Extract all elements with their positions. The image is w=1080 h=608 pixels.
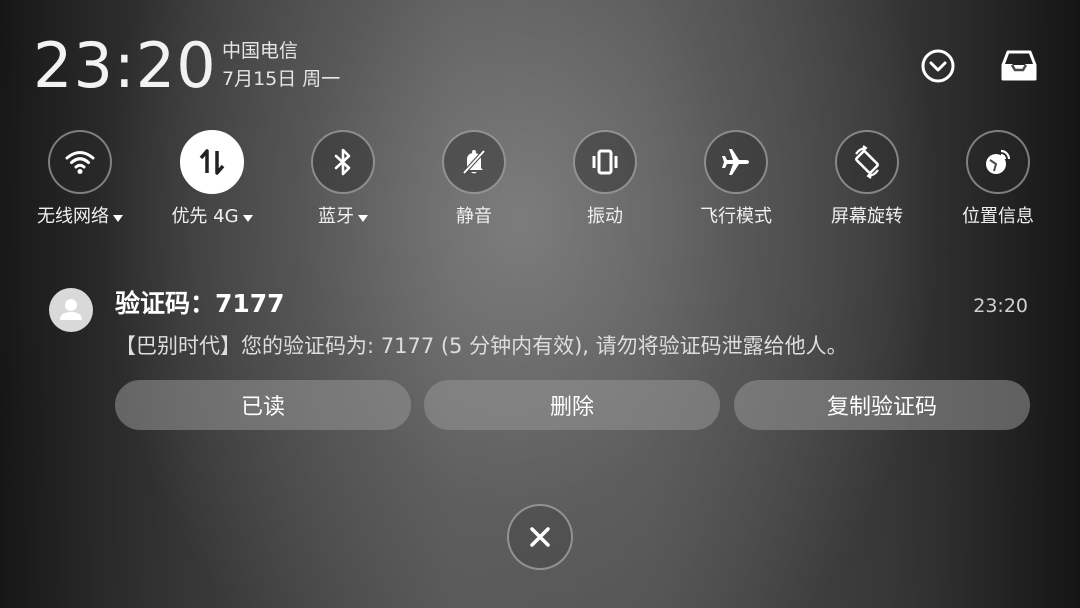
notification-inbox-button[interactable] — [999, 46, 1039, 86]
toggle-wifi-circle[interactable] — [48, 130, 112, 194]
location-icon — [986, 149, 1011, 174]
notification-title[interactable]: 验证码：7177 — [115, 286, 285, 322]
toggle-wifi-label: 无线网络 — [37, 206, 109, 227]
toggle-wifi[interactable]: 无线网络 — [20, 130, 140, 230]
toggle-bluetooth-label: 蓝牙 — [318, 206, 354, 227]
vibrate-icon — [592, 149, 618, 175]
toggle-mobile-data[interactable]: 优先 4G — [152, 130, 272, 230]
toggle-airplane-circle[interactable] — [704, 130, 768, 194]
clock-time: 23:20 — [33, 29, 217, 102]
date-label: 7月15日 周一 — [222, 68, 341, 90]
user-avatar-icon — [60, 299, 82, 320]
copy-code-button[interactable]: 复制验证码 — [734, 380, 1030, 430]
toggle-location[interactable]: 位置信息 — [938, 130, 1058, 230]
mobile-data-icon — [199, 149, 225, 175]
toggle-bluetooth-circle[interactable] — [311, 130, 375, 194]
inbox-tray-icon — [1001, 50, 1037, 81]
dropdown-caret-icon[interactable] — [358, 214, 368, 222]
toggle-bluetooth[interactable]: 蓝牙 — [283, 130, 403, 230]
chevron-down-circle-icon — [921, 49, 955, 83]
toggle-mute[interactable]: 静音 — [414, 130, 534, 230]
delete-button[interactable]: 删除 — [424, 380, 720, 430]
dropdown-caret-icon[interactable] — [242, 214, 253, 222]
toggle-screen-rotate[interactable]: 屏幕旋转 — [807, 130, 927, 230]
toggle-mute-label: 静音 — [456, 206, 492, 227]
dropdown-caret-icon[interactable] — [113, 214, 123, 222]
notification-body[interactable]: 【巴别时代】您的验证码为: 7177 (5 分钟内有效), 请勿将验证码泄露给他… — [115, 331, 848, 361]
collapse-button[interactable] — [918, 46, 958, 86]
wifi-icon — [65, 151, 95, 174]
close-icon — [530, 527, 550, 547]
toggle-mute-circle[interactable] — [442, 130, 506, 194]
toggle-vibrate[interactable]: 振动 — [545, 130, 665, 230]
toggle-airplane[interactable]: 飞行模式 — [676, 130, 796, 230]
toggle-location-circle[interactable] — [966, 130, 1030, 194]
mark-read-button[interactable]: 已读 — [115, 380, 411, 430]
notification-time: 23:20 — [973, 295, 1028, 317]
toggle-mobile-data-circle[interactable] — [180, 130, 244, 194]
airplane-icon — [722, 149, 749, 175]
carrier-name: 中国电信 — [222, 40, 299, 62]
toggle-vibrate-label: 振动 — [587, 206, 623, 227]
toggle-airplane-label: 飞行模式 — [700, 206, 772, 227]
toggle-screen-rotate-label: 屏幕旋转 — [831, 206, 903, 227]
toggle-vibrate-circle[interactable] — [573, 130, 637, 194]
screen-rotate-icon — [855, 145, 879, 179]
toggle-location-label: 位置信息 — [962, 206, 1034, 227]
bluetooth-icon — [334, 148, 351, 176]
toggle-screen-rotate-circle[interactable] — [835, 130, 899, 194]
clear-all-button[interactable] — [507, 504, 573, 570]
avatar — [49, 288, 93, 332]
toggle-mobile-data-label: 优先 4G — [171, 206, 239, 227]
bell-off-icon — [462, 149, 486, 175]
